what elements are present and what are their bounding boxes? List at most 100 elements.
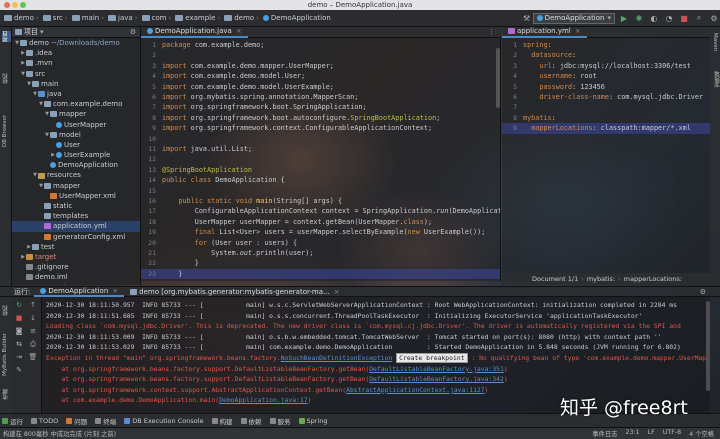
yaml-breadcrumb-item[interactable]: Document 1/1 (532, 275, 578, 283)
tab-demo-application[interactable]: DemoApplication.java × (141, 27, 248, 38)
tree-item[interactable]: ▶ test (12, 242, 140, 252)
fold-icon (26, 50, 33, 57)
stop-icon[interactable]: ■ (678, 12, 690, 24)
tree-item[interactable]: ▶ .mvn (12, 58, 140, 68)
run-config-select[interactable]: DemoApplication ▾ (532, 12, 615, 24)
status-item[interactable]: 4 个空格 (689, 429, 714, 438)
close-icon[interactable]: × (334, 288, 340, 296)
tree-item[interactable]: ▼ demo ~/Downloads/demo (12, 38, 140, 48)
tree-item[interactable]: application.yml (12, 221, 140, 232)
stripe-mybatis-builder[interactable]: MyBatis Builder (2, 333, 8, 376)
tree-item[interactable]: ▼ com.example.demo (12, 99, 140, 109)
breadcrumb-item[interactable]: example › (175, 14, 222, 22)
console-scrollbar[interactable] (706, 301, 710, 391)
tree-item[interactable]: ▶ target (12, 252, 140, 262)
breadcrumb-item[interactable]: main › (71, 14, 106, 22)
breadcrumb-item[interactable]: src › (42, 14, 70, 22)
tree-item[interactable]: DemoApplication (12, 160, 140, 170)
fold-icon (32, 80, 39, 87)
gear-icon[interactable]: ⚙ (130, 28, 136, 36)
pin-icon[interactable]: ✎ (14, 365, 24, 375)
trash-icon[interactable]: 🗑 (28, 352, 38, 362)
breadcrumb-item[interactable]: DemoApplication (262, 14, 331, 22)
run-tab-generator[interactable]: demo [org.mybatis.generator:mybatis-gene… (124, 287, 345, 297)
status-item[interactable]: 23:1 (625, 429, 639, 438)
yaml-breadcrumb-item[interactable]: mapperLocations: (624, 275, 682, 283)
scroll-up-icon[interactable]: ↑ (28, 300, 38, 310)
tree-item[interactable]: generatorConfig.xml (12, 232, 140, 242)
tab-menu-icon[interactable]: ⋮ (488, 28, 495, 36)
close-window-button[interactable] (4, 2, 10, 8)
tree-item[interactable]: .gitignore (12, 262, 140, 272)
minimize-window-button[interactable] (12, 2, 18, 8)
settings-icon[interactable]: ⚙ (708, 12, 720, 24)
breadcrumb-item[interactable]: java › (108, 14, 139, 22)
tree-item[interactable]: HELP.md (12, 283, 140, 285)
tree-item[interactable]: static (12, 201, 140, 211)
profile-icon[interactable]: ◔ (663, 12, 675, 24)
tree-item[interactable]: UserMapper (12, 120, 140, 130)
camera-icon[interactable]: ◙ (14, 326, 24, 336)
tree-item[interactable]: ▼ model (12, 130, 140, 140)
tool-window-button[interactable]: 服务 (269, 416, 291, 426)
project-view-select[interactable]: 项目 (24, 27, 38, 37)
close-icon[interactable]: × (112, 287, 118, 295)
tool-window-button[interactable]: 终端 (95, 416, 116, 426)
tool-window-button[interactable]: 问题 (66, 416, 87, 426)
tree-item[interactable]: ▶ UserExample (12, 150, 140, 160)
rerun-icon[interactable]: ↻ (14, 300, 24, 310)
tree-item[interactable]: demo.iml (12, 272, 140, 282)
gear-icon[interactable]: ⚙ (700, 288, 706, 296)
coverage-icon[interactable]: ◐ (648, 12, 660, 24)
java-editor[interactable]: 1 package com.example.demo; 2 3 import com.e… (141, 38, 501, 281)
tree-item[interactable]: ▼ java (12, 89, 140, 99)
status-item[interactable]: 事件日志 (592, 429, 617, 438)
tree-item[interactable]: templates (12, 211, 140, 221)
tool-window-button[interactable]: Spring (298, 417, 328, 425)
stripe-favorites[interactable]: 收藏 (2, 389, 10, 400)
tool-window-button[interactable]: 依赖 (240, 416, 262, 426)
stripe-db-browser[interactable]: DB Browser (2, 115, 8, 147)
yaml-editor[interactable]: 1 spring: 2 datasource: 3 url: jdbc:mysql:/… (502, 38, 710, 273)
editor-scrollbar[interactable] (496, 48, 500, 108)
stripe-database[interactable]: 数据库 (712, 71, 720, 88)
print-icon[interactable]: ⎙ (28, 339, 38, 349)
run-tab-demo-application[interactable]: DemoApplication × (34, 287, 125, 297)
status-item[interactable]: UTF-8 (663, 429, 681, 438)
yaml-breadcrumb-item[interactable]: mybatis: (587, 275, 615, 283)
tree-item[interactable]: ▼ mapper (12, 181, 140, 191)
tree-item[interactable]: ▼ resources (12, 170, 140, 180)
breadcrumb-item[interactable]: demo › (224, 14, 261, 22)
tab-application-yml[interactable]: application.yml × (502, 27, 587, 38)
stripe-structure[interactable]: 结构 (2, 73, 10, 84)
stripe-structure-bottom[interactable]: 结构 (2, 305, 10, 316)
soft-wrap-icon[interactable]: ≡ (28, 326, 38, 336)
stripe-project[interactable]: 项目 (2, 31, 11, 42)
stop-icon[interactable]: ■ (14, 313, 24, 323)
exit-icon[interactable]: ⇥ (14, 352, 24, 362)
close-icon[interactable]: × (575, 26, 581, 37)
breadcrumb-item[interactable]: demo › (4, 14, 41, 22)
tree-item[interactable]: ▼ main (12, 79, 140, 89)
tree-item[interactable]: ▼ mapper (12, 109, 140, 119)
tool-window-button[interactable]: 运行 (2, 416, 23, 426)
tree-item[interactable]: ▼ src (12, 69, 140, 79)
search-icon[interactable]: ⌕ (693, 12, 705, 24)
stripe-maven[interactable]: Maven (712, 33, 718, 51)
tool-window-button[interactable]: 构建 (211, 416, 233, 426)
scroll-down-icon[interactable]: ↓ (28, 313, 38, 323)
hammer-icon[interactable]: ⚒ (521, 12, 533, 24)
breadcrumb-item[interactable]: com › (141, 14, 174, 22)
run-icon[interactable]: ▶ (618, 12, 630, 24)
tree-item[interactable]: UserMapper.xml (12, 191, 140, 201)
tree-item[interactable]: User (12, 140, 140, 150)
status-item[interactable]: LF (648, 429, 655, 438)
zoom-window-button[interactable] (20, 2, 26, 8)
tree-item[interactable]: ▶ .idea (12, 48, 140, 58)
status-message[interactable]: 构建在 800毫秒 中成功完成 (片刻 之前) (3, 429, 116, 438)
debug-icon[interactable]: ✱ (633, 12, 645, 24)
tool-window-button[interactable]: TODO (31, 417, 58, 425)
tool-window-button[interactable]: DB Execution Console (124, 417, 204, 425)
restore-layout-icon[interactable]: ⇆ (14, 339, 24, 349)
close-icon[interactable]: × (236, 26, 242, 37)
